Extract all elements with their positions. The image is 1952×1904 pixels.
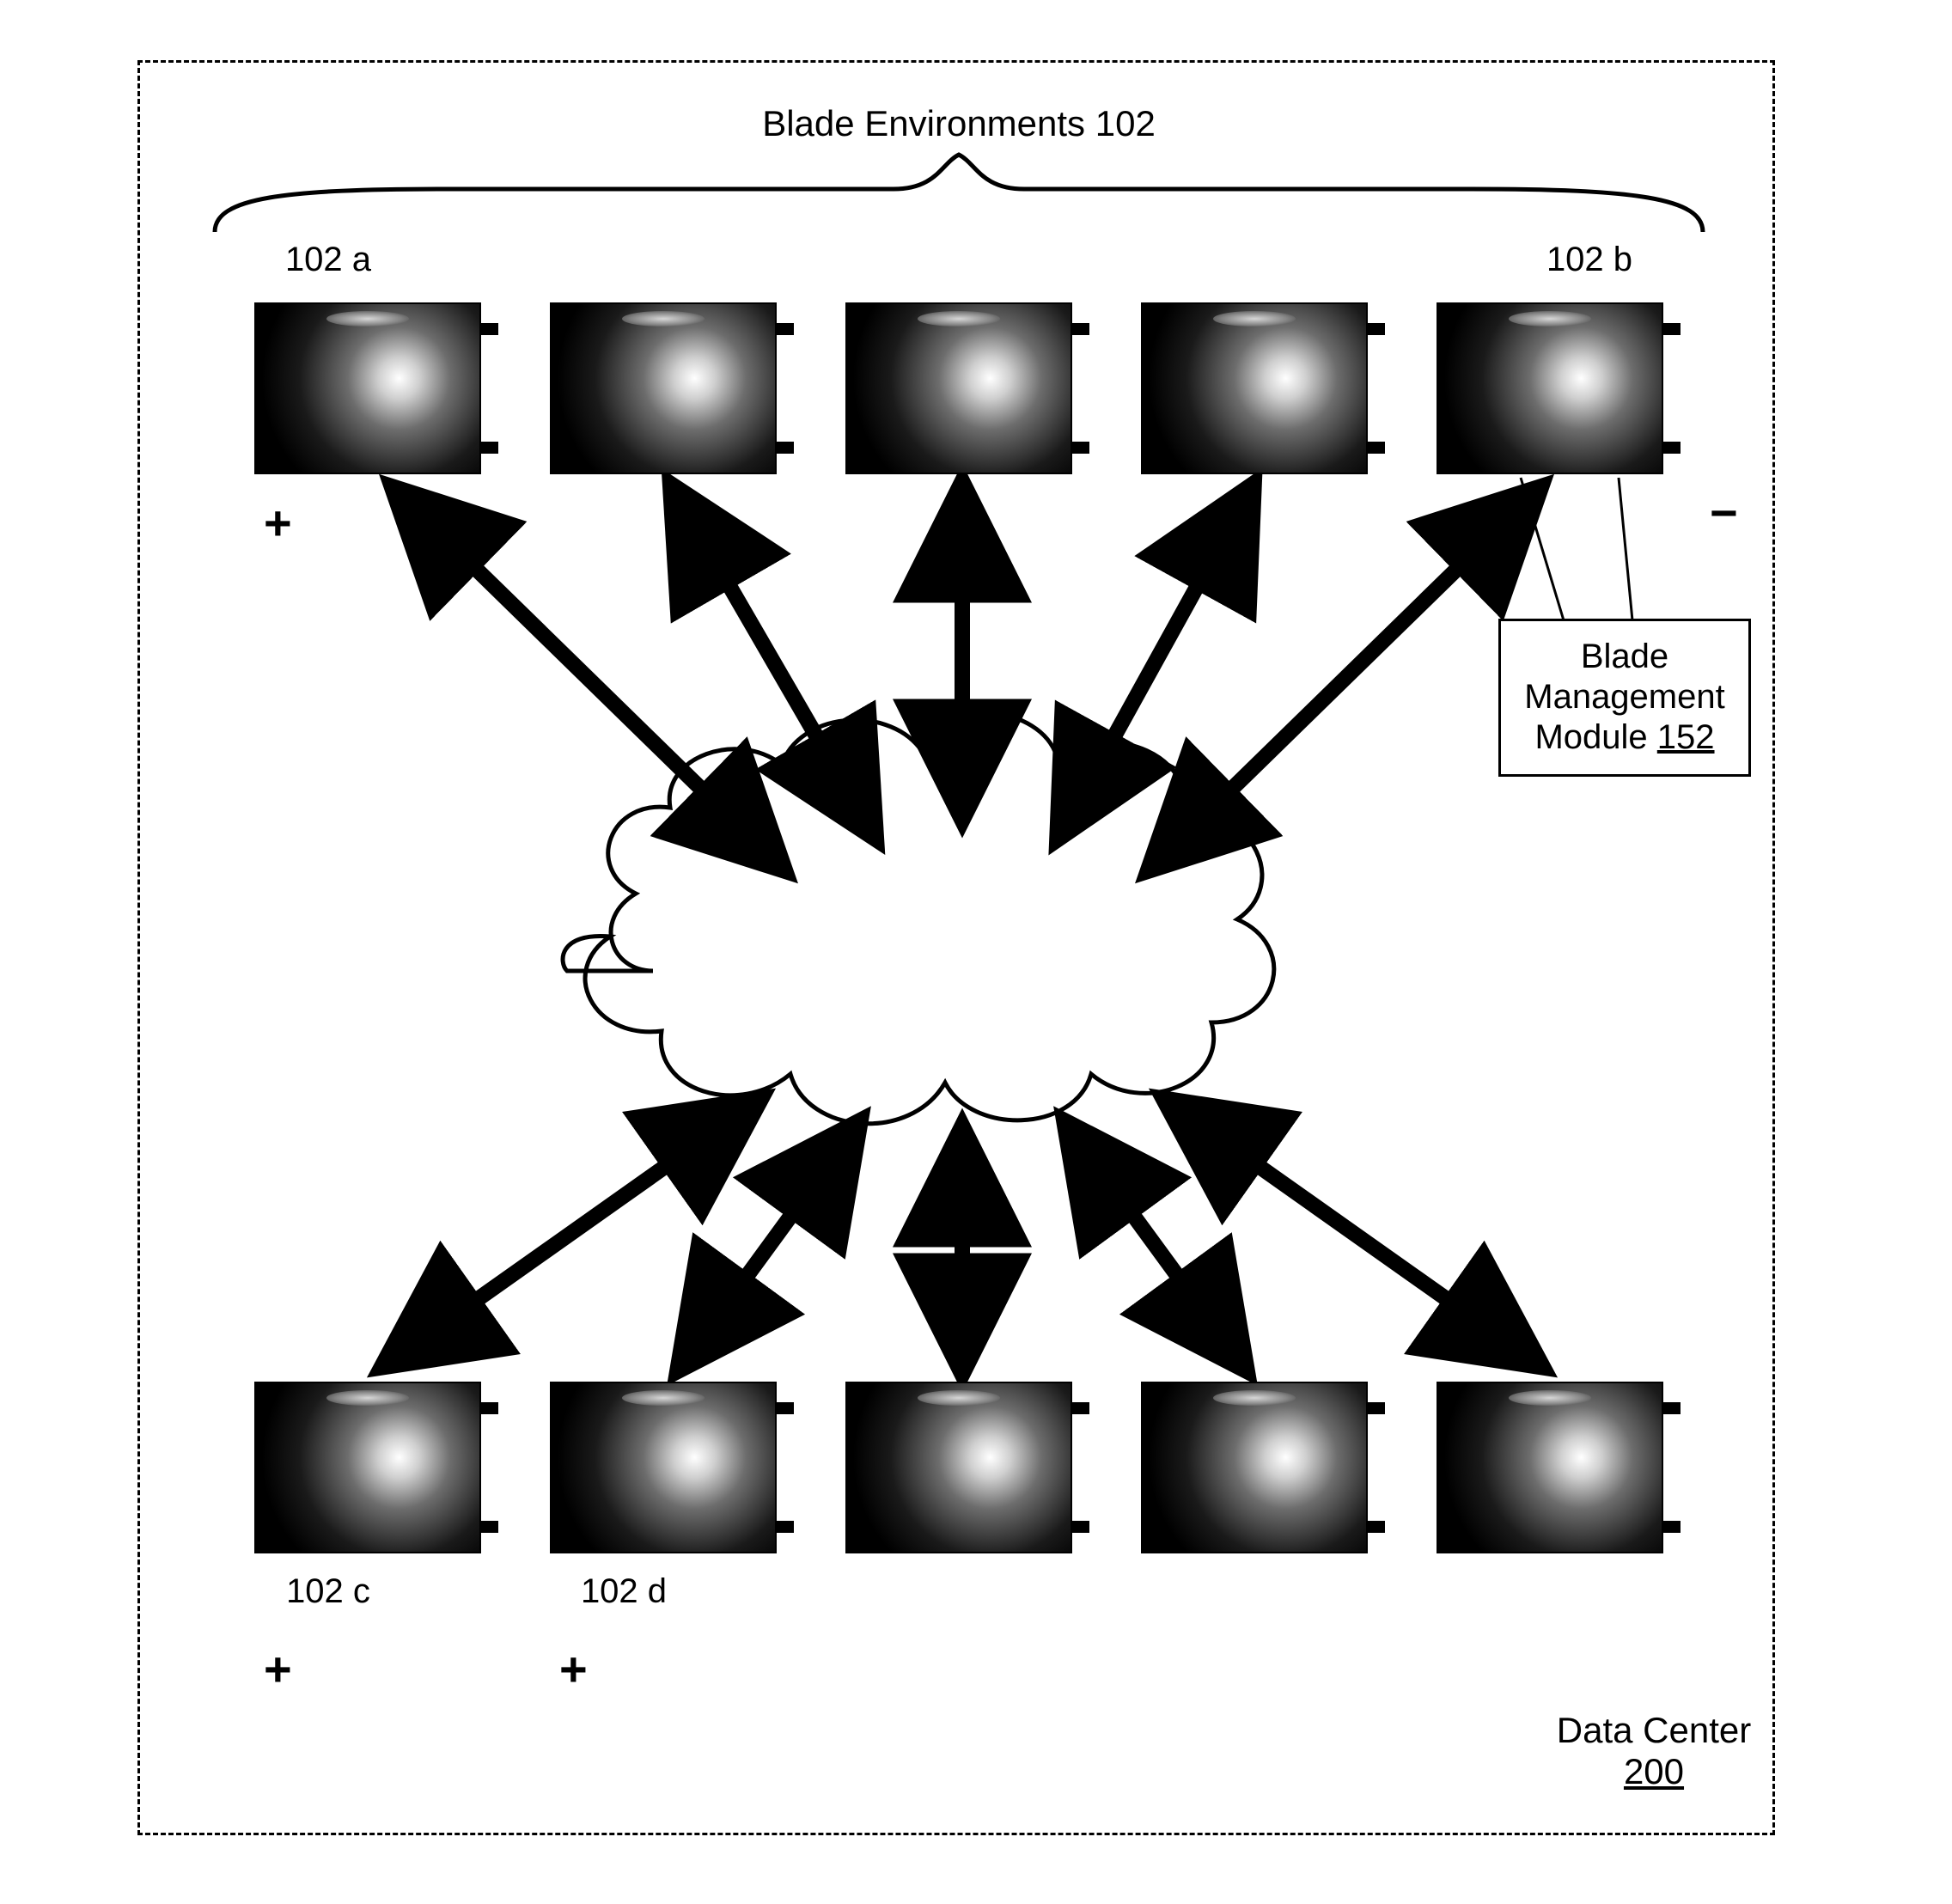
blade-top-5 xyxy=(1438,304,1662,473)
blade-drive-icon xyxy=(622,1390,705,1406)
blade-handle-top xyxy=(479,323,498,335)
minus-102b: − xyxy=(1710,485,1738,540)
blade-glow xyxy=(847,1383,1071,1552)
blade-drive-icon xyxy=(1213,1390,1296,1406)
callout-blade-management-module: Blade Management Module 152 xyxy=(1498,619,1751,777)
blade-glow xyxy=(1143,304,1366,473)
plus-102c: + xyxy=(264,1641,292,1697)
blade-bottom-4 xyxy=(1143,1383,1366,1552)
blade-handle-bottom xyxy=(1366,1521,1385,1533)
data-center-num: 200 xyxy=(1624,1751,1684,1791)
blade-glow xyxy=(1438,1383,1662,1552)
callout-line3: Module 152 xyxy=(1520,717,1729,758)
blade-handle-top xyxy=(1662,323,1681,335)
blade-handle-top xyxy=(1071,323,1089,335)
blade-handle-bottom xyxy=(479,442,498,454)
blade-handle-bottom xyxy=(1662,1521,1681,1533)
blade-handle-top xyxy=(1366,323,1385,335)
blade-handle-bottom xyxy=(1366,442,1385,454)
label-102b: 102 b xyxy=(1529,241,1650,279)
blade-drive-icon xyxy=(326,1390,409,1406)
blade-handle-top xyxy=(775,1402,794,1414)
blade-glow xyxy=(552,1383,775,1552)
blade-handle-top xyxy=(1662,1402,1681,1414)
blade-handle-bottom xyxy=(479,1521,498,1533)
blade-glow xyxy=(1438,304,1662,473)
plus-102d: + xyxy=(559,1641,588,1697)
blade-drive-icon xyxy=(1509,1390,1591,1406)
callout-line1: Blade xyxy=(1520,637,1729,677)
blade-handle-bottom xyxy=(1071,442,1089,454)
blade-glow xyxy=(552,304,775,473)
blade-handle-bottom xyxy=(775,1521,794,1533)
blade-top-1 xyxy=(256,304,479,473)
callout-line3-num: 152 xyxy=(1657,718,1715,756)
callout-line3-prefix: Module xyxy=(1534,718,1656,756)
blade-drive-icon xyxy=(918,311,1000,326)
cloud-prefix: Peer-To-Peer Network xyxy=(757,952,1124,992)
blade-handle-top xyxy=(1071,1402,1089,1414)
label-peer-to-peer-network: Peer-To-Peer Network 101 xyxy=(747,952,1194,993)
blade-drive-icon xyxy=(326,311,409,326)
cloud-num: 101 xyxy=(1125,952,1185,992)
label-102c: 102 c xyxy=(268,1572,388,1611)
blade-bottom-1 xyxy=(256,1383,479,1552)
blade-glow xyxy=(847,304,1071,473)
blade-glow xyxy=(256,1383,479,1552)
blade-bottom-3 xyxy=(847,1383,1071,1552)
blade-top-4 xyxy=(1143,304,1366,473)
blade-top-3 xyxy=(847,304,1071,473)
blade-drive-icon xyxy=(1509,311,1591,326)
data-center-line1: Data Center xyxy=(1555,1710,1753,1751)
blade-drive-icon xyxy=(918,1390,1000,1406)
blade-bottom-2 xyxy=(552,1383,775,1552)
label-102a: 102 a xyxy=(268,241,388,279)
blade-top-2 xyxy=(552,304,775,473)
blade-handle-bottom xyxy=(1071,1521,1089,1533)
plus-102a: + xyxy=(264,495,292,551)
blade-handle-top xyxy=(775,323,794,335)
label-102d: 102 d xyxy=(564,1572,684,1611)
blade-handle-top xyxy=(479,1402,498,1414)
blade-drive-icon xyxy=(1213,311,1296,326)
callout-line2: Management xyxy=(1520,677,1729,717)
blade-drive-icon xyxy=(622,311,705,326)
blade-glow xyxy=(1143,1383,1366,1552)
blade-handle-bottom xyxy=(775,442,794,454)
blade-handle-top xyxy=(1366,1402,1385,1414)
title-blade-environments: Blade Environments 102 xyxy=(735,103,1182,144)
diagram-canvas: Blade Environments 102 102 a 102 b + − 1… xyxy=(0,0,1952,1904)
blade-bottom-5 xyxy=(1438,1383,1662,1552)
blade-handle-bottom xyxy=(1662,442,1681,454)
blade-glow xyxy=(256,304,479,473)
label-data-center: Data Center 200 xyxy=(1555,1710,1753,1792)
